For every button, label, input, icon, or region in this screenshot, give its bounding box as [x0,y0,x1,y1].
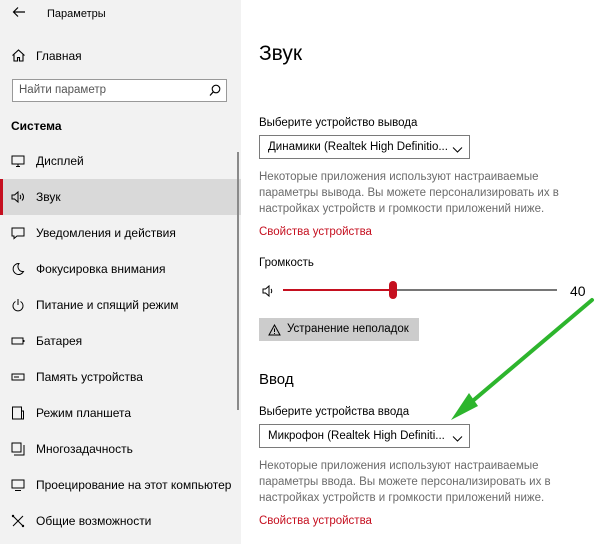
sidebar-item-notifications[interactable]: Уведомления и действия [0,215,241,251]
sidebar-item-label: Память устройства [36,370,143,384]
sidebar-nav: Дисплей Звук Уведомления и действия Фоку… [0,143,241,539]
sidebar: Параметры Главная Найти параметр Система… [0,0,241,544]
input-description: Некоторые приложения используют настраив… [259,460,551,504]
volume-icon[interactable] [262,284,276,303]
sidebar-item-label: Батарея [36,334,83,348]
multitask-icon [11,442,25,456]
chevron-down-icon [452,431,463,449]
troubleshoot-label: Устранение неполадок [287,323,409,335]
sidebar-item-power[interactable]: Питание и спящий режим [0,287,241,323]
sidebar-item-battery[interactable]: Батарея [0,323,241,359]
sidebar-item-label: Уведомления и действия [36,226,176,240]
notification-icon [11,226,25,240]
chevron-down-icon [452,142,463,160]
sidebar-scrollbar[interactable] [237,152,239,410]
sidebar-item-label: Фокусировка внимания [36,262,166,276]
moon-icon [11,262,25,276]
home-label: Главная [36,49,82,63]
input-device-label: Выберите устройства ввода [259,406,410,418]
troubleshoot-button[interactable]: Устранение неполадок [259,318,419,341]
output-device-value: Динамики (Realtek High Definitio... [268,141,448,153]
input-device-value: Микрофон (Realtek High Definiti... [268,430,445,442]
sidebar-item-storage[interactable]: Память устройства [0,359,241,395]
output-device-label: Выберите устройство вывода [259,117,418,129]
sidebar-item-display[interactable]: Дисплей [0,143,241,179]
sidebar-item-multitasking[interactable]: Многозадачность [0,431,241,467]
search-placeholder: Найти параметр [19,84,107,96]
sidebar-item-label: Многозадачность [36,442,133,456]
sidebar-item-label: Общие возможности [36,514,152,528]
volume-slider-track[interactable] [392,289,557,291]
input-properties-link[interactable]: Свойства устройства [259,515,372,527]
section-label: Система [11,119,62,133]
battery-icon [11,334,25,348]
sidebar-item-label: Звук [36,190,61,204]
sidebar-item-shared-experiences[interactable]: Общие возможности [0,503,241,539]
search-input[interactable]: Найти параметр [12,79,227,102]
power-icon [11,298,25,312]
sidebar-item-home[interactable]: Главная [0,42,241,70]
volume-value: 40 [570,283,586,299]
shared-icon [11,514,25,528]
storage-icon [11,370,25,384]
volume-slider-thumb[interactable] [388,281,397,299]
sidebar-item-projecting[interactable]: Проецирование на этот компьютер [0,467,241,503]
page-title: Звук [259,42,303,65]
app-title: Параметры [47,8,106,20]
title-bar: Параметры [0,0,241,30]
output-device-dropdown[interactable]: Динамики (Realtek High Definitio... [259,135,470,159]
output-properties-link[interactable]: Свойства устройства [259,226,372,238]
output-description: Некоторые приложения используют настраив… [259,171,559,215]
sidebar-item-sound[interactable]: Звук [0,179,241,215]
speaker-icon [11,190,25,204]
projector-icon [11,478,25,492]
input-device-dropdown[interactable]: Микрофон (Realtek High Definiti... [259,424,470,448]
input-section-title: Ввод [259,371,294,388]
home-icon [11,48,26,68]
tablet-icon [11,406,25,420]
sidebar-item-label: Проецирование на этот компьютер [36,478,232,492]
search-icon[interactable] [209,84,221,102]
warning-icon [268,323,281,341]
back-arrow-icon[interactable] [9,5,29,25]
sidebar-item-tablet-mode[interactable]: Режим планшета [0,395,241,431]
sidebar-item-label: Режим планшета [36,406,132,420]
volume-slider-fill[interactable] [283,289,393,291]
display-icon [11,154,25,168]
main-content: Звук Выберите устройство вывода Динамики… [241,0,600,544]
sidebar-item-label: Дисплей [36,154,84,168]
volume-label: Громкость [259,257,314,269]
sidebar-item-focus-assist[interactable]: Фокусировка внимания [0,251,241,287]
sidebar-item-label: Питание и спящий режим [36,298,179,312]
